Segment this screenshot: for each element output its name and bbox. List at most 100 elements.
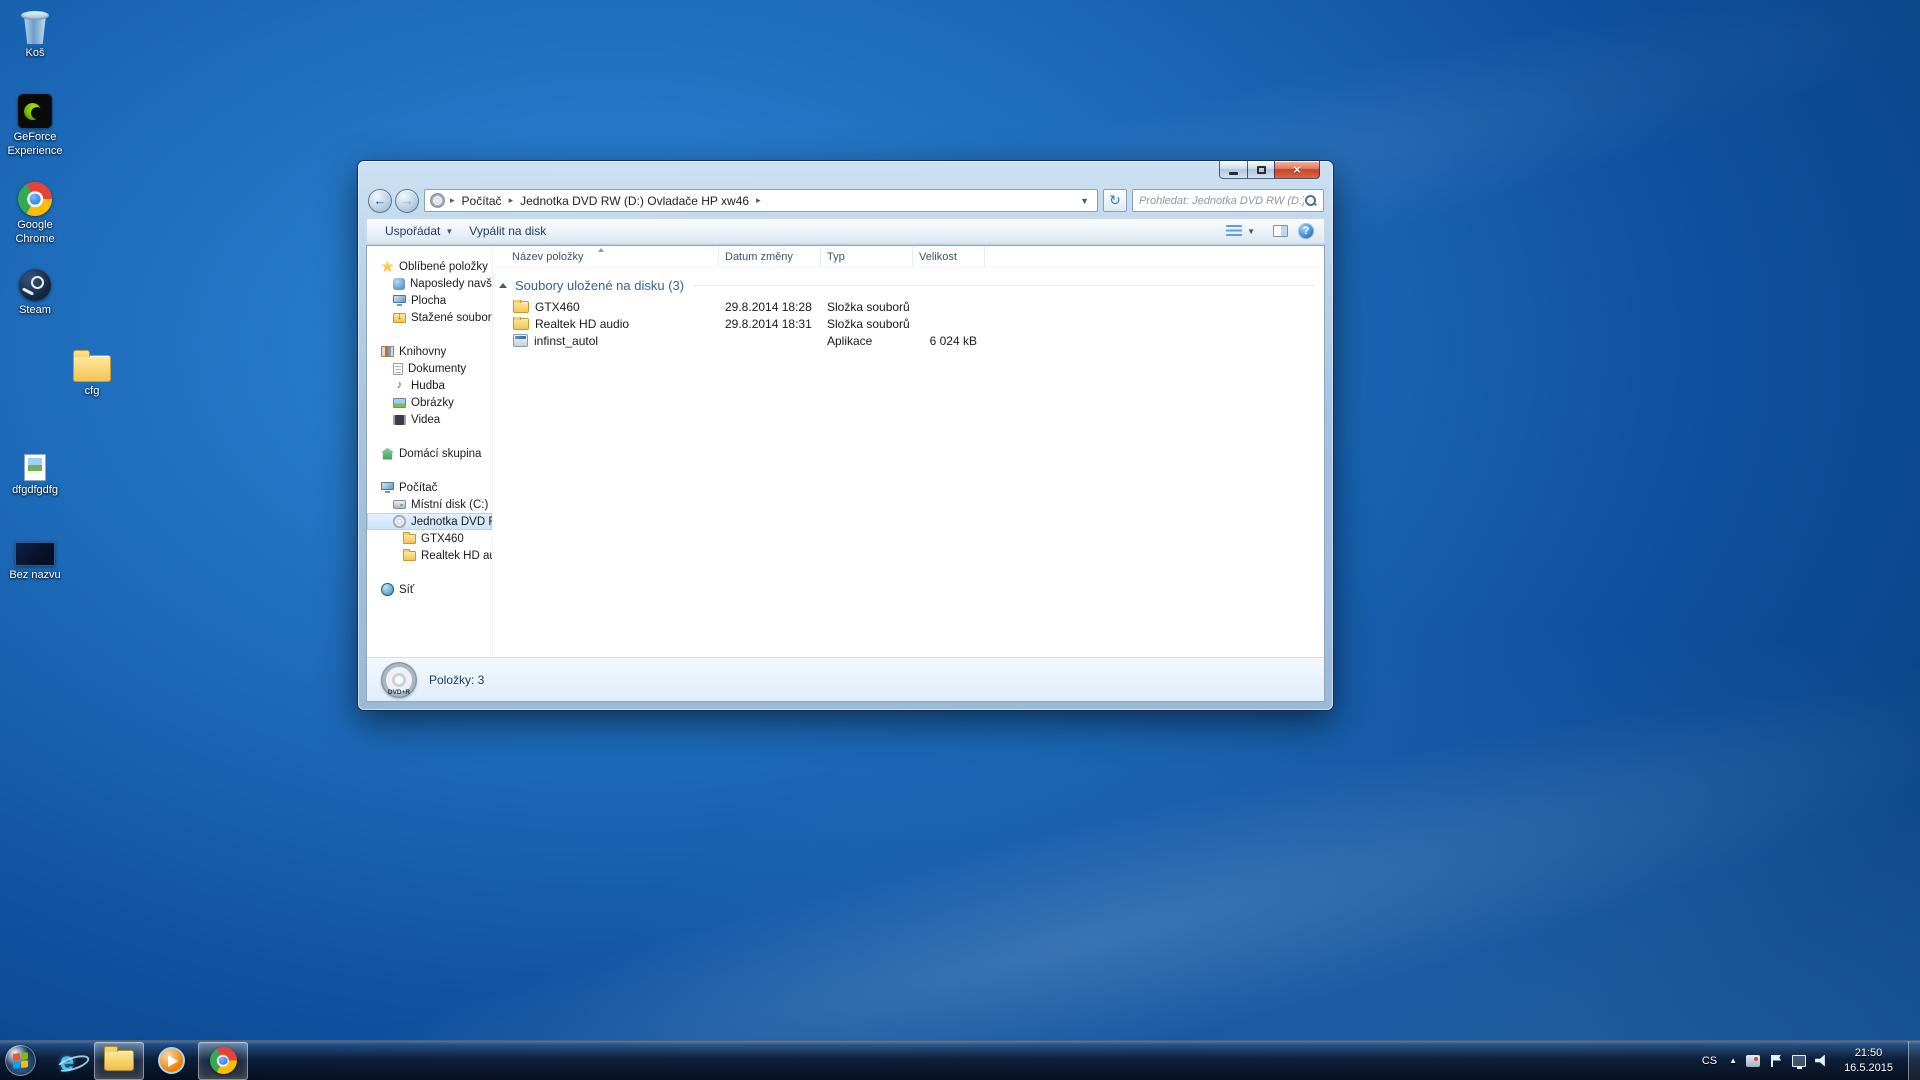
refresh-button[interactable]: ↻ <box>1103 189 1127 212</box>
desktop-icon-google-chrome[interactable]: Google Chrome <box>0 178 70 247</box>
burn-to-disc-button[interactable]: Vypálit na disk <box>461 221 554 241</box>
sidebar-item-videos[interactable]: Videa <box>367 411 492 428</box>
desktop-icon-bez-nazvu[interactable]: Bez nazvu <box>0 528 70 583</box>
sidebar-label: Počítač <box>399 482 437 494</box>
folder-icon <box>513 318 529 330</box>
file-list: Název položky Datum změny Typ Velikost S… <box>493 246 1324 657</box>
toolbar-right: ▼ ? <box>1218 222 1314 241</box>
volume-icon[interactable] <box>1815 1055 1829 1067</box>
language-indicator[interactable]: CS <box>1699 1053 1720 1069</box>
explorer-window: × ← → ▸ Počítač ▸ Jednotka DVD RW (D:) O… <box>358 161 1333 710</box>
column-label: Název položky <box>512 251 584 263</box>
organize-label: Uspořádat <box>385 224 440 238</box>
column-header-type[interactable]: Typ <box>821 246 913 267</box>
crumb-separator-icon: ▸ <box>450 195 455 206</box>
desktop-icon-geforce-experience[interactable]: GeForce Experience <box>0 90 70 159</box>
sidebar-label: Naposledy navštíven <box>410 278 492 290</box>
taskbar-item-internet-explorer[interactable]: e <box>42 1042 92 1080</box>
sidebar-label: Dokumenty <box>408 363 466 375</box>
device-tray-icon[interactable] <box>1746 1055 1760 1067</box>
address-dropdown-icon[interactable]: ▼ <box>1077 196 1092 206</box>
desktop-icon-steam[interactable]: Steam <box>0 263 70 318</box>
chevron-down-icon: ▼ <box>445 227 453 236</box>
folder-icon <box>513 301 529 313</box>
action-center-flag-icon[interactable] <box>1769 1055 1783 1067</box>
back-button[interactable]: ← <box>368 189 392 213</box>
sidebar-item-recent[interactable]: Naposledy navštíven <box>367 275 492 292</box>
organize-button[interactable]: Uspořádat ▼ <box>377 221 461 241</box>
search-icon[interactable] <box>1304 194 1317 207</box>
file-row-infinst-autol[interactable]: infinst_autol Aplikace 6 024 kB <box>493 332 1324 349</box>
desktop-icon-label: Bez nazvu <box>0 569 70 583</box>
internet-explorer-icon: e <box>60 1048 74 1074</box>
forward-button[interactable]: → <box>395 189 419 213</box>
column-header-date-modified[interactable]: Datum změny <box>719 246 821 267</box>
sidebar-item-realtek[interactable]: Realtek HD audio <box>367 547 492 564</box>
file-row-gtx460[interactable]: GTX460 29.8.2014 18:28 Složka souborů <box>493 298 1324 315</box>
sidebar-item-documents[interactable]: Dokumenty <box>367 360 492 377</box>
taskbar-item-media-player[interactable] <box>146 1042 196 1080</box>
desktop-icon-cfg[interactable]: cfg <box>57 344 127 399</box>
command-bar: Uspořádat ▼ Vypálit na disk ▼ ? <box>366 218 1325 244</box>
sidebar-item-desktop[interactable]: Plocha <box>367 292 492 309</box>
sidebar-item-favorites[interactable]: Oblíbené položky <box>367 258 492 275</box>
file-size: 6 024 kB <box>913 334 985 348</box>
search-input[interactable] <box>1139 195 1304 207</box>
desktop-icon-dfgdfgdfg[interactable]: dfgdfgdfg <box>0 443 70 498</box>
file-type: Složka souborů <box>821 300 913 314</box>
file-row-realtek[interactable]: Realtek HD audio 29.8.2014 18:31 Složka … <box>493 315 1324 332</box>
breadcrumb[interactable]: ▸ Počítač ▸ Jednotka DVD RW (D:) Ovladač… <box>424 189 1098 212</box>
breadcrumb-item-computer[interactable]: Počítač <box>460 193 504 209</box>
sidebar-label: Síť <box>399 584 414 596</box>
system-tray: CS ▲ 21:50 16.5.2015 <box>1699 1041 1920 1080</box>
sidebar-item-network[interactable]: Síť <box>367 581 492 598</box>
sidebar-item-computer[interactable]: Počítač <box>367 479 492 496</box>
crumb-separator-icon: ▸ <box>509 195 514 206</box>
sidebar-item-homegroup[interactable]: Domácí skupina <box>367 445 492 462</box>
maximize-button[interactable] <box>1247 161 1275 179</box>
desktop-icon-recycle-bin[interactable]: Koš <box>0 6 70 61</box>
desktop-icon-label: dfgdfgdfg <box>0 484 70 498</box>
column-label: Typ <box>827 251 845 263</box>
close-button[interactable]: × <box>1274 161 1320 179</box>
hard-disk-icon <box>393 500 406 509</box>
help-button[interactable]: ? <box>1298 223 1314 239</box>
steam-icon <box>19 269 51 301</box>
group-expander-icon[interactable] <box>499 283 507 288</box>
dvd-drive-icon <box>430 193 445 208</box>
file-name: Realtek HD audio <box>535 317 629 331</box>
search-box <box>1132 189 1324 212</box>
column-header-size[interactable]: Velikost <box>913 246 985 267</box>
network-icon <box>381 583 394 596</box>
desktop-icon-label: cfg <box>57 385 127 399</box>
start-button[interactable] <box>0 1041 40 1080</box>
column-label: Datum změny <box>725 251 793 263</box>
sidebar-item-local-disk-c[interactable]: Místní disk (C:) <box>367 496 492 513</box>
group-header[interactable]: Soubory uložené na disku (3) <box>493 276 1324 294</box>
sidebar-item-dvd-drive[interactable]: Jednotka DVD RW (D <box>367 513 492 530</box>
minimize-button[interactable] <box>1219 161 1248 179</box>
sidebar-item-pictures[interactable]: Obrázky <box>367 394 492 411</box>
breadcrumb-item-current[interactable]: Jednotka DVD RW (D:) Ovladače HP xw46 <box>518 193 751 209</box>
column-header-name[interactable]: Název položky <box>493 246 719 267</box>
chevron-down-icon: ▼ <box>1247 227 1255 236</box>
sidebar-label: Místní disk (C:) <box>411 499 488 511</box>
crumb-separator-icon: ▸ <box>756 195 761 206</box>
dvd-drive-icon <box>393 515 406 528</box>
change-view-button[interactable]: ▼ <box>1218 222 1263 241</box>
folder-icon <box>403 534 416 544</box>
taskbar-item-windows-explorer[interactable] <box>94 1042 144 1080</box>
sidebar-item-gtx460[interactable]: GTX460 <box>367 530 492 547</box>
preview-pane-button[interactable] <box>1273 225 1288 237</box>
sidebar-item-music[interactable]: ♪ Hudba <box>367 377 492 394</box>
burn-label: Vypálit na disk <box>469 224 546 238</box>
show-desktop-button[interactable] <box>1908 1041 1920 1080</box>
sidebar-label: Plocha <box>411 295 446 307</box>
show-hidden-icons-chevron[interactable]: ▲ <box>1729 1056 1737 1065</box>
sidebar-item-downloads[interactable]: Stažené soubory <box>367 309 492 326</box>
folder-icon <box>73 355 111 382</box>
network-tray-icon[interactable] <box>1792 1055 1806 1067</box>
taskbar-item-google-chrome[interactable] <box>198 1042 248 1080</box>
sidebar-item-libraries[interactable]: Knihovny <box>367 343 492 360</box>
clock[interactable]: 21:50 16.5.2015 <box>1838 1046 1899 1075</box>
